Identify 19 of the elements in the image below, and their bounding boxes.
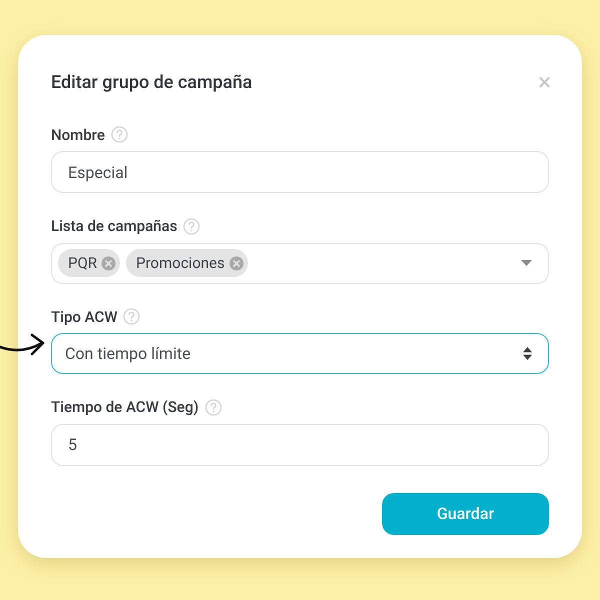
tag-chip: PQR bbox=[58, 249, 120, 277]
text-field[interactable]: Especial bbox=[51, 151, 549, 193]
help-icon[interactable] bbox=[183, 218, 200, 235]
remove-icon[interactable] bbox=[101, 256, 116, 270]
sort-caret-icon bbox=[523, 347, 532, 360]
field-label: Lista de campañas bbox=[51, 216, 178, 237]
tag-chip: Promociones bbox=[126, 249, 248, 277]
dialog-title: Editar grupo de campaña bbox=[51, 70, 252, 94]
remove-icon[interactable] bbox=[228, 256, 244, 270]
help-icon[interactable] bbox=[110, 126, 128, 144]
tag-select[interactable]: PQR Promociones bbox=[51, 242, 549, 284]
help-icon[interactable] bbox=[204, 398, 222, 416]
text-field[interactable]: 5 bbox=[51, 424, 549, 466]
field-label: Nombre bbox=[51, 124, 105, 146]
caret-icon bbox=[521, 260, 532, 266]
help-icon[interactable] bbox=[123, 308, 140, 326]
select-field[interactable]: Con tiempo límite bbox=[51, 333, 549, 374]
field-label: Tiempo de ACW (Seg) bbox=[51, 397, 199, 418]
field-label: Tipo ACW bbox=[51, 306, 118, 328]
